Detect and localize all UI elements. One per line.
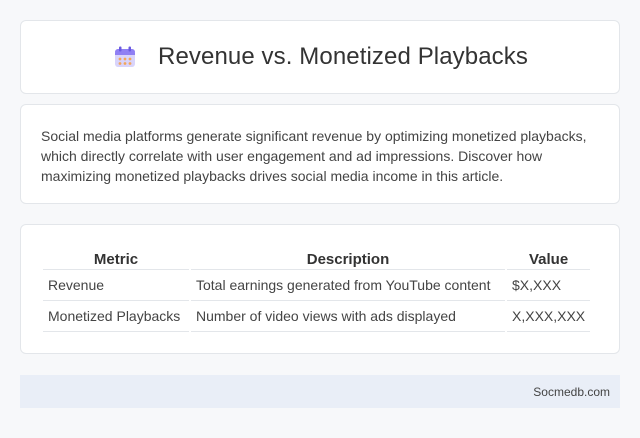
footer-source-link[interactable]: Socmedb.com bbox=[533, 385, 610, 399]
table-row: Monetized Playbacks Number of video view… bbox=[43, 301, 591, 332]
intro-paragraph: Social media platforms generate signific… bbox=[41, 128, 587, 184]
page-title: Revenue vs. Monetized Playbacks bbox=[158, 43, 528, 70]
metrics-table: Metric Description Value Revenue Total e… bbox=[41, 248, 592, 332]
title-card: Revenue vs. Monetized Playbacks bbox=[20, 20, 620, 94]
table-cell-metric: Revenue bbox=[43, 270, 189, 301]
table-cell-metric: Monetized Playbacks bbox=[43, 301, 189, 332]
table-card: Metric Description Value Revenue Total e… bbox=[20, 224, 620, 354]
table-cell-description: Number of video views with ads displayed bbox=[191, 301, 505, 332]
table-cell-value: X,XXX,XXX bbox=[507, 301, 591, 332]
intro-card: Social media platforms generate signific… bbox=[20, 104, 620, 204]
table-cell-value: $X,XXX bbox=[507, 270, 591, 301]
column-header-description: Description bbox=[191, 248, 505, 270]
footer: Socmedb.com bbox=[20, 375, 620, 408]
column-header-value: Value bbox=[507, 248, 591, 270]
calendar-icon bbox=[112, 44, 138, 70]
table-cell-description: Total earnings generated from YouTube co… bbox=[191, 270, 505, 301]
column-header-metric: Metric bbox=[43, 248, 189, 270]
table-header-row: Metric Description Value bbox=[43, 248, 591, 270]
table-row: Revenue Total earnings generated from Yo… bbox=[43, 270, 591, 301]
